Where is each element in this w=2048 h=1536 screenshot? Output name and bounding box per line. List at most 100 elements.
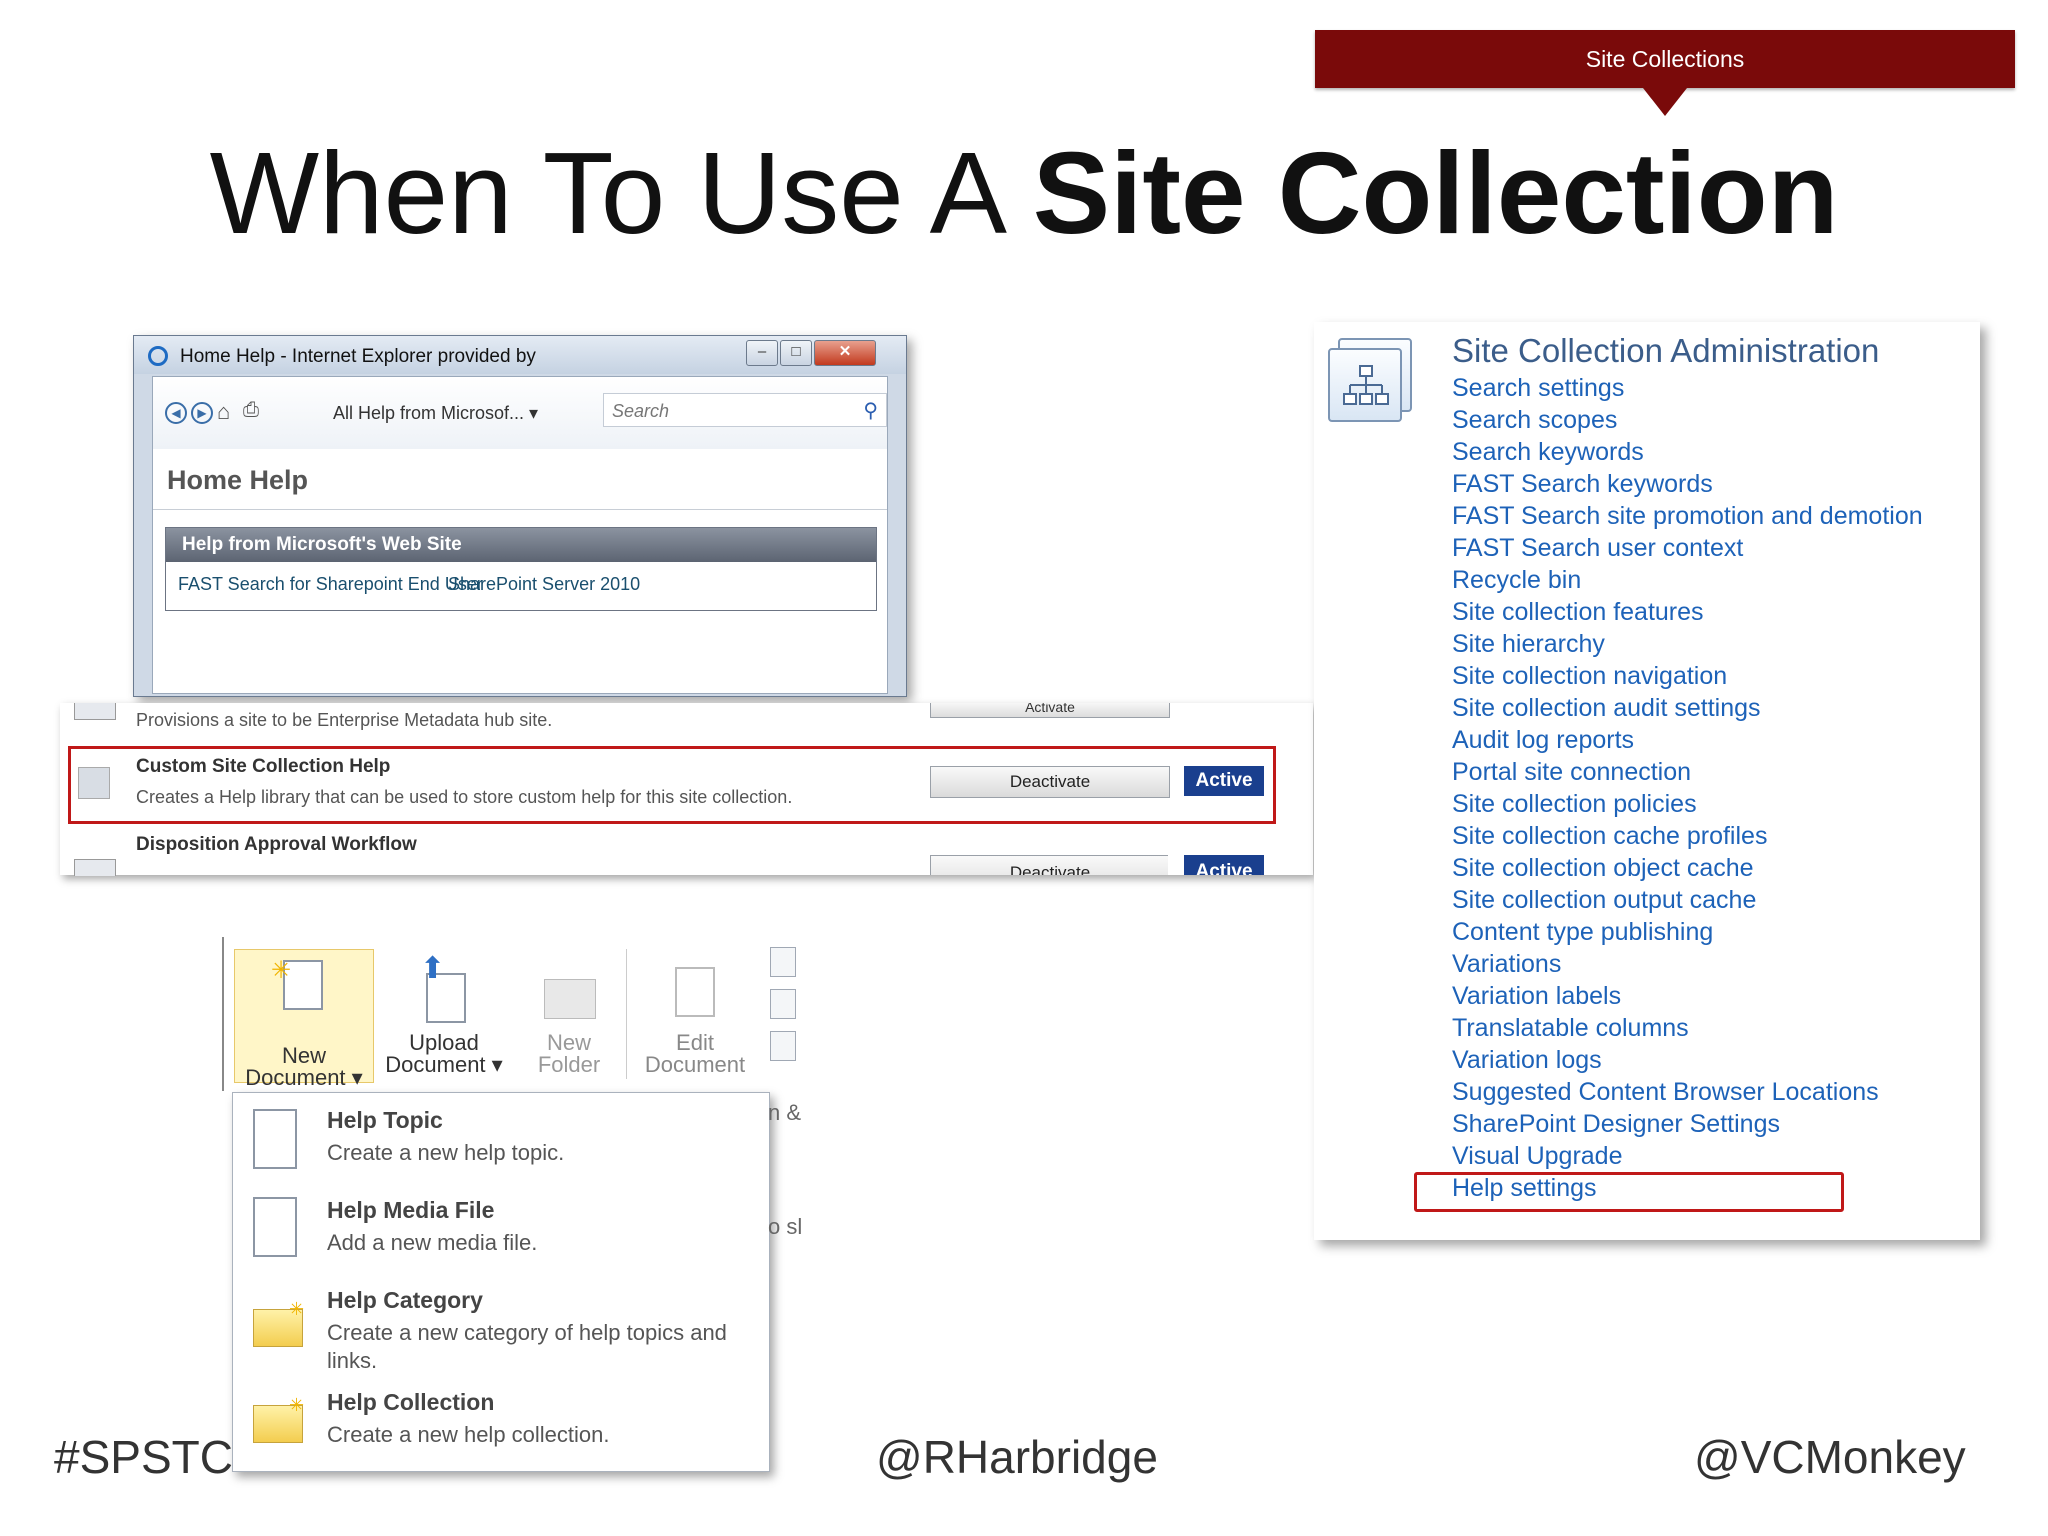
deactivate-button[interactable]: Deactivate — [930, 855, 1168, 875]
status-badge-clip: Active — [1184, 855, 1264, 875]
admin-link[interactable]: Site collection output cache — [1452, 884, 1972, 916]
admin-link[interactable]: Site collection cache profiles — [1452, 820, 1972, 852]
status-badge: Active — [1184, 766, 1264, 796]
banner-arrow-icon — [1643, 88, 1687, 116]
forward-icon[interactable]: ▶ — [191, 402, 213, 424]
admin-link[interactable]: Site collection policies — [1452, 788, 1972, 820]
footer-handle-center: @RHarbridge — [876, 1431, 1158, 1483]
edit-document-icon — [675, 967, 715, 1017]
admin-link[interactable]: FAST Search keywords — [1452, 468, 1972, 500]
back-icon[interactable]: ◀ — [165, 402, 187, 424]
background-text-fragment: o sl — [768, 1214, 803, 1239]
admin-link[interactable]: Translatable columns — [1452, 1012, 1972, 1044]
hierarchy-glyph — [1343, 365, 1389, 405]
help-section: Help from Microsoft's Web Site FAST Sear… — [165, 527, 877, 611]
home-icon[interactable]: ⌂ — [217, 399, 230, 425]
admin-link[interactable]: Site hierarchy — [1452, 628, 1972, 660]
new-folder-button[interactable]: New Folder — [514, 949, 624, 1083]
search-placeholder: Search — [612, 401, 670, 421]
close-button[interactable]: ✕ — [814, 340, 876, 366]
help-link-sharepoint-server[interactable]: SharePoint Server 2010 — [448, 574, 640, 595]
section-banner: Site Collections — [1315, 30, 2015, 88]
footer-handle-right: @VCMonkey — [1694, 1431, 1966, 1483]
menu-item-desc: Create a new help topic. — [327, 1140, 565, 1165]
menu-item-help-topic[interactable]: Help Topic Create a new help topic. — [233, 1093, 753, 1181]
discard-icon[interactable] — [770, 1031, 796, 1061]
sparkle-icon: ✳ — [271, 957, 292, 984]
deactivate-button-clip: Deactivate — [930, 855, 1168, 875]
menu-item-title: Help Collection — [327, 1389, 495, 1415]
admin-link[interactable]: Search scopes — [1452, 404, 1972, 436]
admin-link[interactable]: Search settings — [1452, 372, 1972, 404]
site-features-list: Provisions a site to be Enterprise Metad… — [60, 703, 1313, 876]
admin-title: Site Collection Administration — [1452, 332, 1880, 369]
admin-link[interactable]: Site collection object cache — [1452, 852, 1972, 884]
new-document-label: New Document ▾ — [245, 1043, 363, 1090]
menu-item-desc: Add a new media file. — [327, 1230, 538, 1255]
feature-name: Disposition Approval Workflow — [136, 834, 417, 855]
admin-link[interactable]: FAST Search user context — [1452, 532, 1972, 564]
admin-link[interactable]: Site collection features — [1452, 596, 1972, 628]
menu-item-desc: Create a new help collection. — [327, 1422, 610, 1447]
ie-titlebar: Home Help - Internet Explorer provided b… — [134, 336, 906, 374]
check-in-icon[interactable] — [770, 989, 796, 1019]
folder-icon — [544, 979, 596, 1019]
slide-title: When To Use A Site Collection — [0, 128, 2048, 258]
menu-item-help-media-file[interactable]: Help Media File Add a new media file. — [233, 1183, 753, 1271]
admin-link[interactable]: Visual Upgrade — [1452, 1140, 1972, 1172]
admin-link[interactable]: Site collection audit settings — [1452, 692, 1972, 724]
edit-document-label: Edit Document — [644, 1030, 746, 1077]
admin-link[interactable]: Recycle bin — [1452, 564, 1972, 596]
feature-icon — [74, 703, 116, 720]
footer-hashtag: #SPSTC — [54, 1431, 233, 1483]
admin-link[interactable]: Variations — [1452, 948, 1972, 980]
admin-link[interactable]: Search keywords — [1452, 436, 1972, 468]
divider — [626, 949, 627, 1079]
help-link-fast-search[interactable]: FAST Search for Sharepoint End User — [178, 574, 483, 595]
help-section-heading: Help from Microsoft's Web Site — [166, 528, 876, 562]
ie-content: ◀ ▶ ⌂ ⎙ All Help from Microsof... ▾ Sear… — [152, 376, 888, 694]
new-folder-label: New Folder — [537, 1030, 601, 1077]
feature-icon — [74, 859, 116, 876]
admin-link[interactable]: Audit log reports — [1452, 724, 1972, 756]
document-icon — [253, 1109, 297, 1169]
page-title: Home Help — [167, 465, 309, 495]
menu-item-help-collection[interactable]: ✳ Help Collection Create a new help coll… — [233, 1377, 753, 1465]
menu-item-desc: Create a new category of help topics and… — [327, 1320, 727, 1373]
highlight-box — [1414, 1172, 1844, 1212]
admin-link[interactable]: Variation labels — [1452, 980, 1972, 1012]
title-bold: Site Collection — [1032, 128, 1839, 258]
admin-link[interactable]: FAST Search site promotion and demotion — [1452, 500, 1972, 532]
library-ribbon: ✳ New Document ▾ ⬆ Upload Document ▾ New… — [222, 937, 806, 1091]
feature-icon — [78, 767, 110, 799]
document-icon — [253, 1197, 297, 1257]
help-scope-dropdown[interactable]: All Help from Microsof... ▾ — [333, 403, 538, 424]
minimize-button[interactable]: – — [746, 340, 778, 366]
search-icon[interactable]: ⚲ — [863, 398, 878, 423]
admin-link[interactable]: Site collection navigation — [1452, 660, 1972, 692]
upload-document-label: Upload Document ▾ — [385, 1030, 503, 1077]
upload-arrow-icon: ⬆ — [420, 952, 446, 985]
edit-document-button[interactable]: Edit Document — [632, 949, 758, 1083]
check-out-icon[interactable] — [770, 947, 796, 977]
activate-button[interactable]: Activate — [930, 703, 1170, 718]
admin-link[interactable]: SharePoint Designer Settings — [1452, 1108, 1972, 1140]
ie-logo-icon — [148, 346, 168, 366]
help-search-input[interactable]: Search ⚲ — [603, 393, 887, 427]
admin-link[interactable]: Portal site connection — [1452, 756, 1972, 788]
admin-link[interactable]: Variation logs — [1452, 1044, 1972, 1076]
deactivate-button[interactable]: Deactivate — [930, 766, 1170, 798]
site-hierarchy-icon — [1328, 338, 1412, 422]
status-badge: Active — [1184, 855, 1264, 875]
admin-link[interactable]: Suggested Content Browser Locations — [1452, 1076, 1972, 1108]
sparkle-icon: ✳ — [289, 1395, 305, 1415]
feature-name: Custom Site Collection Help — [136, 756, 391, 777]
feature-description: Provisions a site to be Enterprise Metad… — [136, 710, 553, 730]
ribbon-small-buttons — [764, 947, 804, 1091]
print-icon[interactable]: ⎙ — [243, 399, 259, 422]
new-document-button[interactable]: ✳ New Document ▾ — [234, 949, 374, 1089]
menu-item-help-category[interactable]: ✳ Help Category Create a new category of… — [233, 1273, 753, 1377]
upload-document-button[interactable]: ⬆ Upload Document ▾ — [374, 949, 514, 1083]
maximize-button[interactable]: □ — [780, 340, 812, 366]
admin-link[interactable]: Content type publishing — [1452, 916, 1972, 948]
